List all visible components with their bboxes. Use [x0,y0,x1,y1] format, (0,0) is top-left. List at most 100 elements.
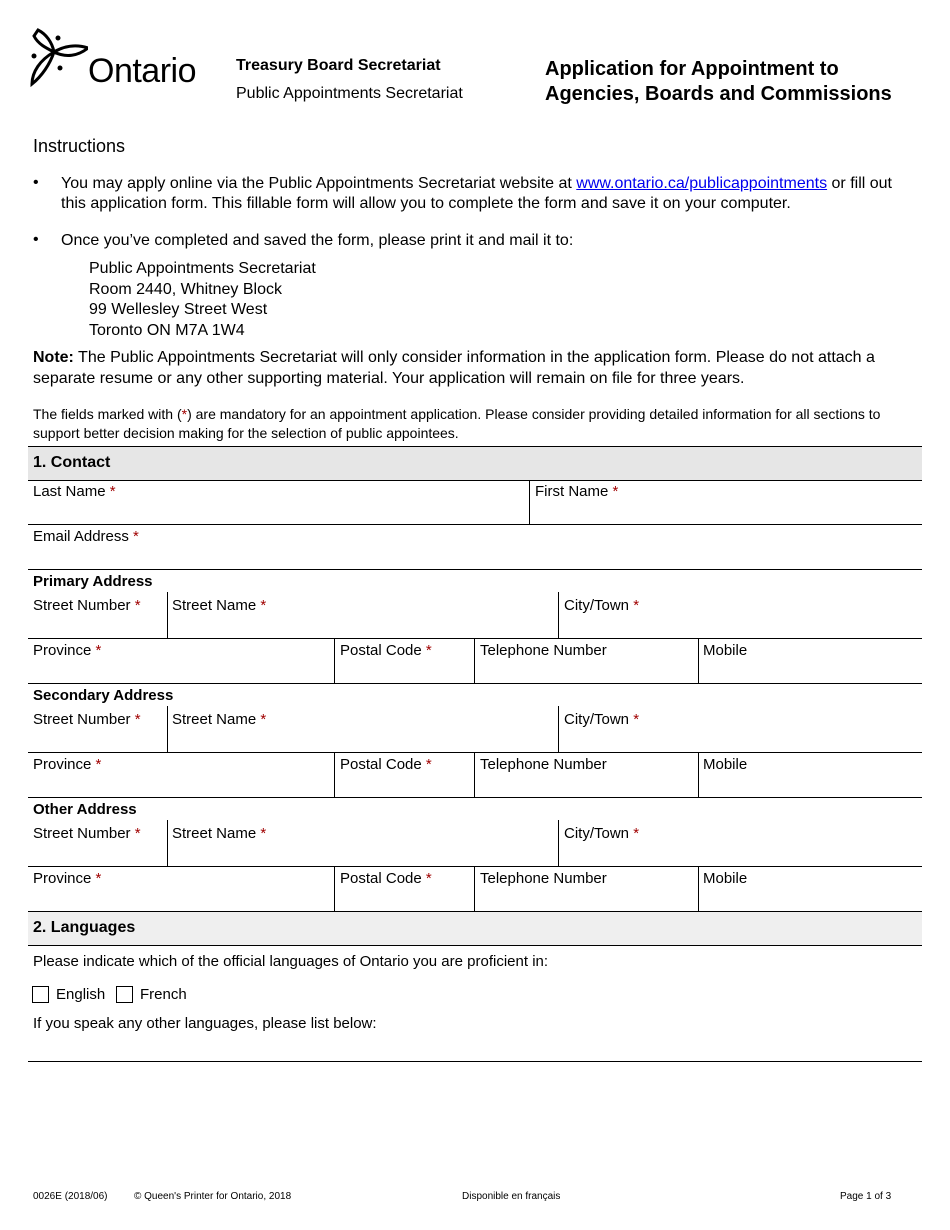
primary-street-number-input[interactable] [30,616,167,638]
bullet-marker: • [33,231,39,248]
divider [28,683,922,684]
other-street-name-input[interactable] [170,844,559,866]
field-label-text: Mobile [703,756,748,773]
address-line: 99 Wellesley Street West [89,301,268,318]
divider [698,752,699,797]
secondary-telephone-input[interactable] [477,775,699,797]
trillium-icon [30,28,88,88]
primary-street-name-input[interactable] [170,616,559,638]
secondary-city-input[interactable] [561,730,922,752]
field-label-text: First Name [535,483,609,500]
primary-postal-code-label: Postal Code * [340,642,432,659]
field-label-text: Last Name [33,483,106,500]
secondary-postal-code-input[interactable] [337,775,475,797]
field-label-text: Street Number [33,711,131,728]
last-name-input[interactable] [30,502,529,524]
address-line: Toronto ON M7A 1W4 [89,321,245,339]
divider [334,752,335,797]
divider [167,706,168,752]
mandatory-text: The fields marked with ( [33,406,182,422]
french-availability: Disponible en français [462,1191,561,1202]
required-star: * [134,597,141,614]
field-label-text: City/Town [564,825,630,842]
first-name-input[interactable] [532,502,922,524]
secondary-mobile-input[interactable] [701,775,922,797]
field-label-text: Telephone Number [480,756,607,773]
other-languages-prompt: If you speak any other languages, please… [33,1015,377,1032]
required-star: * [260,597,267,614]
field-label-text: Telephone Number [480,870,607,887]
primary-telephone-input[interactable] [477,661,699,683]
divider [28,752,922,753]
field-label-text: Street Number [33,597,131,614]
instructions-heading: Instructions [33,136,126,156]
other-province-input[interactable] [30,889,334,911]
primary-mobile-input[interactable] [701,661,922,683]
divider [698,866,699,911]
primary-city-input[interactable] [561,616,922,638]
section-contact-title: 1. Contact [33,454,111,471]
field-label-text: Mobile [703,870,748,887]
field-label-text: Street Name [172,711,257,728]
last-name-label: Last Name * [33,483,116,500]
secondary-city-label: City/Town * [564,711,639,728]
french-checkbox[interactable] [116,986,133,1003]
email-input[interactable] [30,547,922,569]
other-street-name-label: Street Name * [172,825,266,842]
primary-address-heading: Primary Address [33,573,153,590]
secondary-province-input[interactable] [30,775,334,797]
other-city-label: City/Town * [564,825,639,842]
field-label-text: Street Name [172,825,257,842]
other-telephone-input[interactable] [477,889,699,911]
publicappointments-link[interactable]: www.ontario.ca/publicappointments [576,175,827,192]
french-label: French [140,986,187,1003]
secondary-address-heading: Secondary Address [33,687,174,704]
field-label-text: Province [33,756,92,773]
other-postal-code-input[interactable] [337,889,475,911]
primary-street-number-label: Street Number * [33,597,141,614]
field-label-text: City/Town [564,597,630,614]
logo-wordmark: Ontario [88,52,197,90]
instruction-text: You may apply online via the Public Appo… [61,175,577,192]
section-languages-title: 2. Languages [33,919,136,936]
divider [28,866,922,867]
required-star: * [425,642,432,659]
other-street-number-label: Street Number * [33,825,141,842]
divider [28,524,922,525]
section-languages-header: 2. Languages [28,911,922,946]
divider [28,797,922,798]
primary-province-input[interactable] [30,661,334,683]
section-contact-header: 1. Contact [28,446,922,481]
instruction-mail: Once you’ve completed and saved the form… [61,232,574,249]
required-star: * [133,528,139,545]
english-checkbox[interactable] [32,986,49,1003]
required-star: * [134,825,141,842]
primary-postal-code-input[interactable] [337,661,475,683]
other-postal-code-label: Postal Code * [340,870,432,887]
required-star: * [425,870,432,887]
field-label-text: Province [33,642,92,659]
required-star: * [633,825,640,842]
other-street-number-input[interactable] [30,844,167,866]
required-star: * [95,756,102,773]
field-label-text: Street Name [172,597,257,614]
required-star: * [95,870,102,887]
secondary-street-name-label: Street Name * [172,711,266,728]
field-label-text: Postal Code [340,870,422,887]
divider [28,638,922,639]
secondary-street-number-input[interactable] [30,730,167,752]
note-body: The Public Appointments Secretariat will… [33,349,875,387]
other-city-input[interactable] [561,844,922,866]
other-languages-input[interactable] [30,1036,922,1060]
divider [167,820,168,866]
address-line: Public Appointments Secretariat [89,260,316,277]
secondary-mobile-label: Mobile [703,756,747,773]
field-label-text: City/Town [564,711,630,728]
secondary-street-name-input[interactable] [170,730,559,752]
other-telephone-label: Telephone Number [480,870,607,887]
form-number: 0026E (2018/06) [33,1191,108,1202]
languages-prompt: Please indicate which of the official la… [33,953,549,970]
other-mobile-input[interactable] [701,889,922,911]
sub-department-name: Public Appointments Secretariat [236,85,463,102]
primary-street-name-label: Street Name * [172,597,266,614]
